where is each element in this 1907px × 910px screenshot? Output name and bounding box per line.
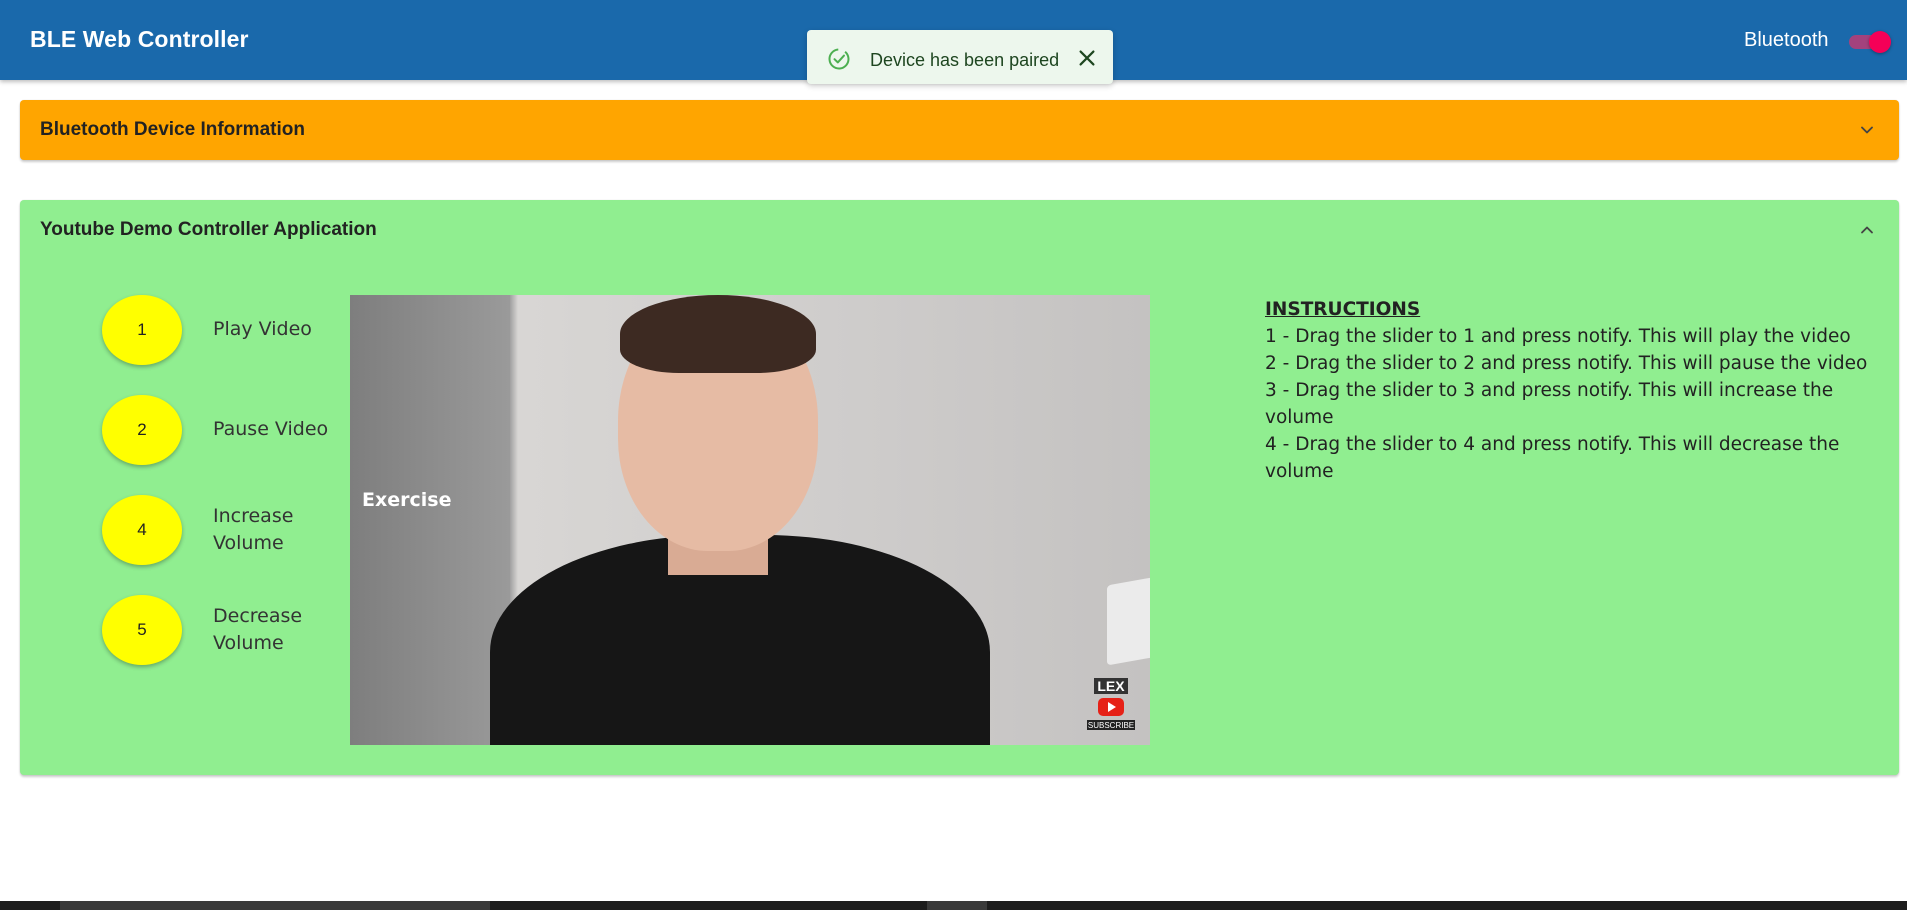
chevron-down-icon xyxy=(1861,126,1873,134)
chevron-up-icon xyxy=(1861,226,1873,234)
toast-message: Device has been paired xyxy=(870,50,1060,70)
instruction-line: 4 - Drag the slider to 4 and press notif… xyxy=(1265,434,1840,482)
device-info-title: Bluetooth Device Information xyxy=(40,119,305,140)
video-wall-shelf xyxy=(350,295,510,745)
wall-light-switch xyxy=(1107,576,1150,666)
device-info-panel-header[interactable]: Bluetooth Device Information xyxy=(20,100,1899,160)
taskbar-segment xyxy=(60,901,490,910)
instruction-line: 2 - Drag the slider to 2 and press notif… xyxy=(1265,353,1868,374)
play-video-label: Play Video xyxy=(213,318,312,340)
paired-toast: Device has been paired xyxy=(807,30,1113,84)
instruction-line: 3 - Drag the slider to 3 and press notif… xyxy=(1265,380,1834,428)
check-circle-icon xyxy=(828,48,850,70)
close-icon[interactable] xyxy=(1076,47,1098,69)
bluetooth-toggle[interactable] xyxy=(1847,30,1891,53)
controller-panel: Youtube Demo Controller Application 1 Pl… xyxy=(20,200,1899,775)
device-info-panel: Bluetooth Device Information xyxy=(20,100,1899,160)
instructions-title: INSTRUCTIONS xyxy=(1265,299,1421,320)
decrease-volume-button[interactable]: 5 xyxy=(102,595,182,665)
taskbar-strip xyxy=(0,901,1907,910)
increase-volume-label: Increase Volume xyxy=(213,505,294,554)
toggle-thumb xyxy=(1869,31,1891,53)
svg-text:LEX: LEX xyxy=(1097,678,1125,694)
video-menu-item-active: Exercise xyxy=(362,489,452,511)
pause-video-label: Pause Video xyxy=(213,418,329,440)
bluetooth-label: Bluetooth xyxy=(1744,29,1829,51)
subscribe-badge-icon: LEX SUBSCRIBE xyxy=(1087,678,1135,730)
app-title: BLE Web Controller xyxy=(30,26,249,52)
svg-text:SUBSCRIBE: SUBSCRIBE xyxy=(1088,721,1134,730)
controller-title: Youtube Demo Controller Application xyxy=(40,219,377,240)
controller-panel-header[interactable]: Youtube Demo Controller Application xyxy=(20,200,1899,260)
instruction-line: 1 - Drag the slider to 1 and press notif… xyxy=(1265,326,1851,347)
increase-volume-button[interactable]: 4 xyxy=(102,495,182,565)
pause-video-button[interactable]: 2 xyxy=(102,395,182,465)
presenter-hair xyxy=(620,295,816,373)
instructions-block: INSTRUCTIONS 1 - Drag the slider to 1 an… xyxy=(1265,296,1885,485)
taskbar-segment xyxy=(927,901,987,910)
decrease-volume-label: Decrease Volume xyxy=(213,605,303,654)
play-video-button[interactable]: 1 xyxy=(102,295,182,365)
youtube-video-player[interactable]: Exercise LEX SUBSCRIBE xyxy=(350,295,1150,745)
